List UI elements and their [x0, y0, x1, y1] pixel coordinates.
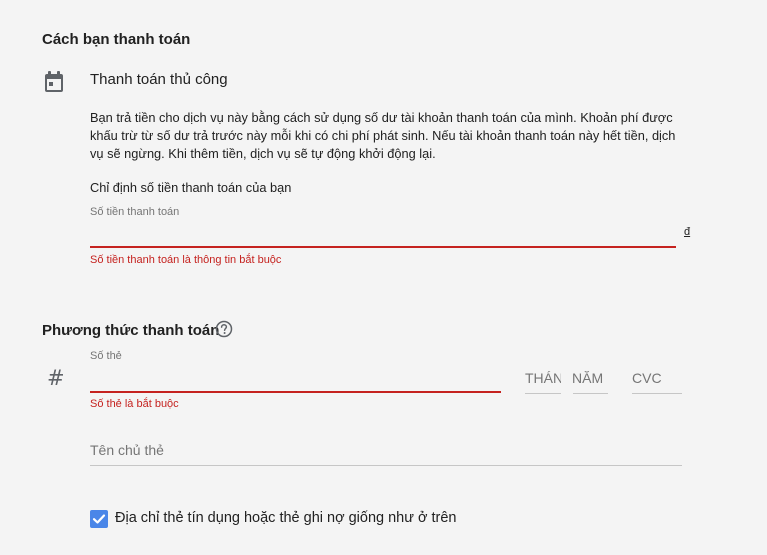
expiry-month-underline: [525, 393, 561, 394]
payment-description: Bạn trả tiền cho dịch vụ này bằng cách s…: [90, 110, 676, 161]
amount-field-label: Số tiền thanh toán: [90, 206, 180, 218]
payment-method-type-label: Thanh toán thủ công: [90, 71, 228, 88]
hash-icon: #: [47, 366, 65, 390]
specify-amount-label: Chỉ định số tiền thanh toán của bạn: [90, 180, 292, 195]
payment-amount-input[interactable]: [90, 224, 676, 244]
card-number-label: Số thẻ: [90, 350, 122, 362]
cardholder-name-input[interactable]: [90, 440, 682, 460]
cvc-input[interactable]: [632, 369, 682, 387]
cvc-underline: [632, 393, 682, 394]
card-number-input[interactable]: [90, 368, 500, 388]
currency-symbol: đ: [684, 226, 691, 238]
same-address-label[interactable]: Địa chỉ thẻ tín dụng hoặc thẻ ghi nợ giố…: [115, 510, 457, 526]
card-number-underline: [90, 391, 501, 393]
help-circle-icon[interactable]: [215, 320, 233, 338]
calendar-icon: [44, 71, 64, 93]
card-number-error: Số thẻ là bắt buộc: [90, 398, 179, 410]
same-address-checkbox[interactable]: [90, 510, 108, 528]
cardholder-name-underline: [90, 465, 682, 466]
payment-amount-error: Số tiền thanh toán là thông tin bắt buộc: [90, 254, 282, 266]
payment-amount-underline: [90, 246, 676, 248]
payment-how-title: Cách bạn thanh toán: [42, 31, 191, 48]
expiry-month-input[interactable]: [525, 369, 561, 387]
payment-method-title: Phương thức thanh toán: [42, 322, 220, 339]
expiry-year-input[interactable]: [572, 369, 608, 387]
check-icon: [92, 514, 106, 524]
expiry-year-underline: [573, 393, 608, 394]
